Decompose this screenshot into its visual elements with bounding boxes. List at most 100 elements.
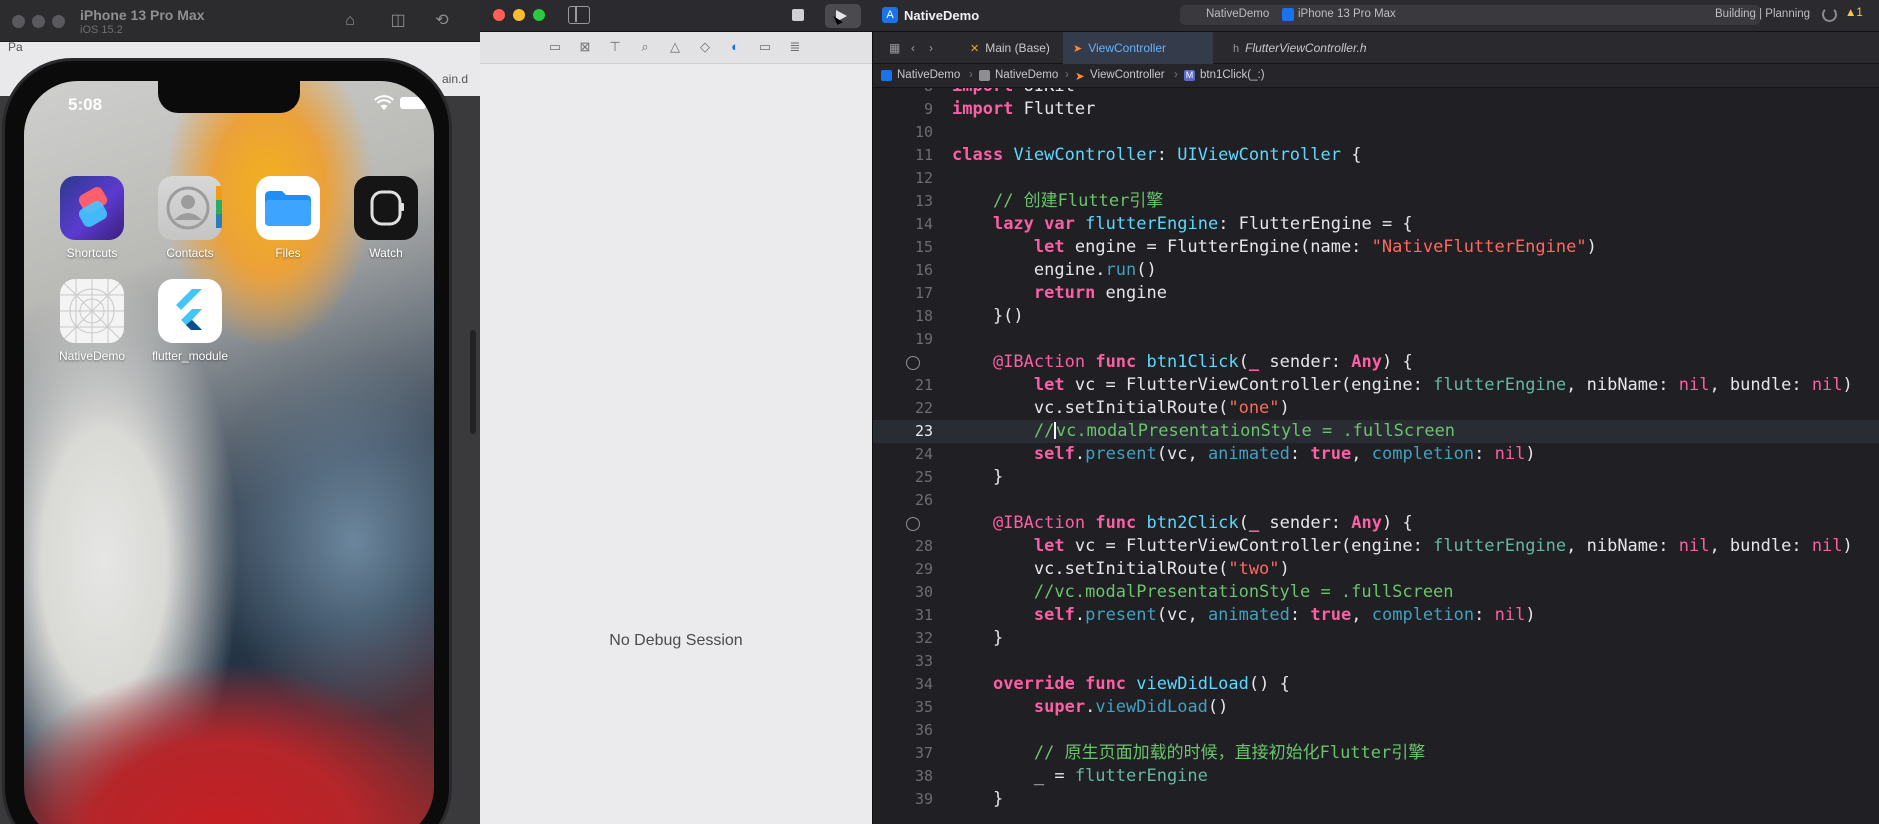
line-number: 33	[914, 652, 933, 670]
text-caret	[1054, 422, 1056, 439]
code-line: 24 self.present(vc, animated: true, comp…	[873, 443, 1879, 466]
phone-side-button	[470, 330, 476, 434]
method-icon: M	[1184, 70, 1195, 81]
no-debug-session-label: No Debug Session	[609, 632, 743, 649]
editor-tab-bar: ▦ ‹ › ✕ Main (Base) ➤ ViewController h Flut…	[873, 32, 1879, 64]
progress-spinner-icon	[1822, 7, 1837, 22]
code-line: 21 let vc = FlutterViewController(engine…	[873, 374, 1879, 397]
scheme-selector[interactable]: NativeDemo	[1206, 8, 1269, 20]
app-label: NativeDemo	[58, 349, 126, 363]
run-destination-selector[interactable]: iPhone 13 Pro Max	[1298, 8, 1396, 20]
close-box-icon[interactable]: ⊠	[578, 40, 592, 54]
code-line: 26	[873, 489, 1879, 512]
simulator-os-version: iOS 15.2	[80, 24, 123, 36]
code-text: // 原生页面加载的时候，直接初始化Flutter引擎	[1033, 743, 1426, 763]
breadcrumb-project[interactable]: NativeDemo	[897, 69, 960, 81]
diamond-icon[interactable]: ◇	[698, 40, 712, 54]
line-number: 10	[914, 123, 933, 141]
code-text: vc.setInitialRoute("one")	[952, 398, 1290, 418]
app-shortcuts[interactable]: Shortcuts	[47, 176, 137, 260]
minimize-window-button[interactable]	[32, 15, 45, 28]
stop-button[interactable]	[792, 9, 804, 21]
code-text: engine.run()	[952, 260, 1157, 280]
outlet-connection-icon[interactable]	[906, 356, 920, 370]
zoom-window-button[interactable]	[52, 15, 65, 28]
line-number: 17	[914, 284, 933, 302]
code-text: import Flutter	[952, 99, 1096, 119]
code-text: override func viewDidLoad() {	[992, 674, 1290, 694]
line-number: 26	[914, 491, 933, 509]
debug-spray-icon[interactable]: ◐	[728, 40, 742, 54]
warning-badge[interactable]: ▲1	[1845, 7, 1863, 19]
tab-label: FlutterViewController.h	[1245, 41, 1367, 55]
line-number: 21	[914, 376, 933, 394]
line-number: 15	[914, 238, 933, 256]
chevron-right-icon: ›	[969, 69, 973, 81]
files-icon	[256, 176, 320, 240]
line-number: 9	[923, 100, 933, 118]
code-text: // 创建Flutter引擎	[992, 191, 1164, 211]
background-text-fragment: ain.d	[442, 72, 469, 86]
code-line: 35 super.viewDidLoad()	[873, 696, 1879, 719]
run-button[interactable]	[825, 4, 861, 28]
forward-chevron-icon[interactable]: ›	[919, 32, 943, 64]
code-line: 12	[873, 167, 1879, 190]
app-files[interactable]: Files	[243, 176, 333, 260]
code-line: 9 import Flutter	[873, 98, 1879, 121]
sidebar-toggle-icon[interactable]	[568, 6, 590, 24]
current-code-line: 23 //vc.modalPresentationStyle = .fullSc…	[873, 420, 1879, 443]
line-number: 24	[914, 445, 933, 463]
line-number: 29	[914, 560, 933, 578]
code-text: //vc.modalPresentationStyle = .fullScree…	[1033, 582, 1454, 602]
outlet-connection-icon[interactable]	[906, 517, 920, 531]
breakpoint-icon[interactable]: ▭	[758, 40, 772, 54]
code-line: 37 // 原生页面加载的时候，直接初始化Flutter引擎	[873, 742, 1879, 765]
line-number: 36	[914, 721, 933, 739]
code-line: 36	[873, 719, 1879, 742]
code-text: lazy var flutterEngine: FlutterEngine = …	[992, 214, 1413, 234]
tab-main-base[interactable]: ✕ Main (Base)	[960, 32, 1060, 64]
app-contacts[interactable]: Contacts	[145, 176, 235, 260]
code-area[interactable]: 8 import UIKit 9 import Flutter 10 11 class…	[873, 88, 1879, 824]
line-number: 12	[914, 169, 933, 187]
code-text: }	[952, 628, 1004, 648]
xcode-window: A NativeDemo NativeDemo iPhone 13 Pro Ma…	[480, 0, 1879, 824]
code-line: 28 let vc = FlutterViewController(engine…	[873, 535, 1879, 558]
breadcrumb-symbol[interactable]: btn1Click(_:)	[1200, 69, 1265, 81]
code-text: let vc = FlutterViewController(engine: f…	[1033, 375, 1853, 395]
flutter-icon	[158, 279, 222, 343]
zoom-window-button[interactable]	[533, 9, 545, 21]
rotate-icon[interactable]: ⟲	[432, 12, 452, 30]
app-nativedemo[interactable]: NativeDemo	[47, 279, 137, 363]
debug-area: ▭ ⊠ ⊤ ⌕ △ ◇ ◐ ▭ ≣ No Debug Session	[480, 32, 872, 824]
search-icon[interactable]: ⌕	[638, 40, 652, 54]
line-number: 13	[914, 192, 933, 210]
code-text: import UIKit	[952, 88, 1075, 98]
contacts-icon	[158, 176, 222, 240]
minimize-window-button[interactable]	[513, 9, 525, 21]
breadcrumb-group[interactable]: NativeDemo	[995, 69, 1058, 81]
home-button-icon[interactable]: ⌂	[340, 12, 360, 30]
wifi-icon	[374, 95, 394, 110]
code-line: 18 }()	[873, 305, 1879, 328]
code-line: 10	[873, 121, 1879, 144]
tab-flutterviewcontroller-h[interactable]: h FlutterViewController.h	[1223, 32, 1377, 64]
screenshot-icon[interactable]: ◫	[388, 12, 408, 30]
line-number: 39	[914, 790, 933, 808]
app-watch[interactable]: Watch	[341, 176, 431, 260]
hierarchy-icon[interactable]: ⊤	[608, 40, 622, 54]
tab-viewcontroller[interactable]: ➤ ViewController	[1063, 32, 1213, 64]
close-window-button[interactable]	[12, 15, 25, 28]
folder-icon[interactable]: ▭	[548, 40, 562, 54]
home-screen[interactable]: 5:08 Shortcuts Contacts Files Watch Nati…	[24, 81, 434, 824]
app-flutter-module[interactable]: flutter_module	[145, 279, 235, 363]
code-line: 30 //vc.modalPresentationStyle = .fullSc…	[873, 581, 1879, 604]
code-line: 14 lazy var flutterEngine: FlutterEngine…	[873, 213, 1879, 236]
report-icon[interactable]: ≣	[788, 40, 802, 54]
line-number: 38	[914, 767, 933, 785]
close-window-button[interactable]	[493, 9, 505, 21]
grid-icon	[60, 279, 124, 343]
warning-icon[interactable]: △	[668, 40, 682, 54]
simulator-titlebar: iPhone 13 Pro Max iOS 15.2 ⌂ ◫ ⟲	[0, 0, 480, 42]
breadcrumb-file[interactable]: ViewController	[1090, 69, 1165, 81]
